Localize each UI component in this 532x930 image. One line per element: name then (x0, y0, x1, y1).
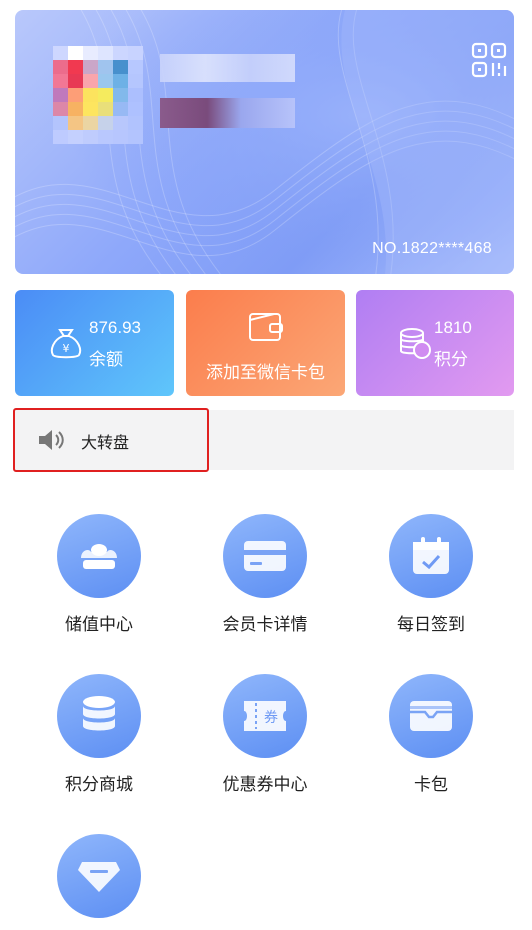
points-value: 1810 (434, 318, 472, 337)
coupon-icon: 券 (223, 674, 307, 758)
balance-label: 余额 (89, 350, 123, 369)
menu-item-label: 会员卡详情 (222, 615, 308, 634)
menu-item-label: 积分商城 (65, 775, 133, 794)
menu-item-label: 每日签到 (397, 615, 465, 634)
avatar (53, 46, 143, 146)
diamond-icon (57, 834, 141, 918)
member-card: NO.1822****468 (15, 10, 514, 274)
card-icon (223, 514, 307, 598)
menu-item-daily-check-in[interactable]: 每日签到 (366, 514, 496, 635)
svg-text:券: 券 (264, 710, 278, 726)
member-id (160, 98, 295, 128)
menu-item-label: 储值中心 (65, 615, 133, 634)
menu-item-member-card-details[interactable]: 会员卡详情 (200, 514, 330, 635)
wallet-icon (249, 313, 283, 341)
points-label: 积分 (434, 350, 468, 369)
database-icon (57, 674, 141, 758)
calendar-check-icon (389, 514, 473, 598)
menu-item-stored-value-center[interactable]: 储值中心 (34, 514, 164, 635)
menu-item-label: 卡包 (414, 775, 448, 794)
menu-item-coupon-center[interactable]: 券 优惠券中心 (200, 674, 330, 795)
notice-bar[interactable]: 大转盘 (13, 408, 514, 472)
balance-value: 876.93 (89, 318, 141, 337)
menu-item-points-mall[interactable]: 积分商城 (34, 674, 164, 795)
add-to-wechat-wallet-tile[interactable]: 添加至微信卡包 (186, 290, 345, 396)
member-name (160, 54, 295, 82)
card-holder-icon (389, 674, 473, 758)
menu-item-card-holder[interactable]: 卡包 (366, 674, 496, 795)
wallet-label: 添加至微信卡包 (206, 363, 325, 382)
menu-item-vip[interactable] (34, 834, 164, 930)
menu-item-label: 优惠券中心 (222, 775, 308, 794)
coins-icon (400, 328, 431, 359)
highlight-box (13, 408, 209, 472)
qr-code-icon[interactable] (471, 42, 507, 78)
gold-ingot-icon (57, 514, 141, 598)
money-bag-icon: ¥ (50, 329, 82, 359)
balance-tile[interactable]: ¥ 876.93 余额 (15, 290, 174, 396)
points-tile[interactable]: 1810 积分 (356, 290, 514, 396)
svg-text:¥: ¥ (63, 342, 70, 355)
card-number: NO.1822****468 (372, 240, 492, 257)
